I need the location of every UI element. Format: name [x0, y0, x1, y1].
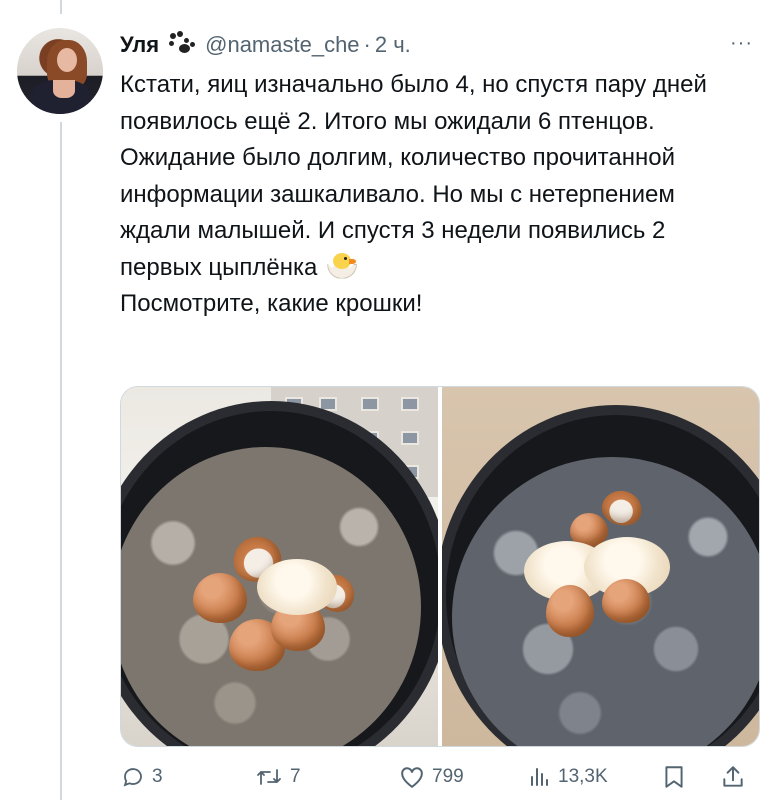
media-gallery	[120, 386, 760, 747]
like-count: 799	[432, 766, 464, 787]
tweet-body: Кстати, яиц изначально было 4, но спустя…	[120, 67, 720, 323]
thread-connector-top	[60, 0, 62, 14]
tweet-text-line2: Посмотрите, какие крошки!	[120, 290, 423, 317]
chick	[257, 559, 337, 615]
action-bar: 3 7 799 13,3K	[120, 762, 760, 792]
like-button[interactable]: 799	[398, 765, 464, 789]
tweet-text: Кстати, яиц изначально было 4, но спустя…	[120, 71, 707, 281]
more-options-icon[interactable]: ···	[730, 33, 760, 53]
share-button[interactable]	[720, 764, 746, 790]
share-icon	[723, 766, 743, 787]
repost-icon	[257, 769, 281, 785]
separator-dot: ·	[363, 32, 371, 57]
timestamp[interactable]: 2 ч.	[375, 32, 411, 58]
thread-connector	[60, 122, 62, 800]
photo-two-chicks[interactable]	[442, 387, 759, 746]
heart-icon	[401, 767, 423, 788]
reply-icon	[123, 768, 142, 787]
avatar[interactable]	[17, 28, 103, 114]
reply-count: 3	[152, 766, 163, 787]
tweet-header: Уля @namaste_che · 2 ч.	[120, 30, 411, 60]
bookmark-button[interactable]	[662, 764, 686, 790]
author-handle[interactable]: @namaste_che	[205, 32, 359, 58]
view-count: 13,3K	[558, 766, 608, 787]
reply-button[interactable]: 3	[120, 765, 163, 789]
repost-button[interactable]: 7	[254, 765, 301, 789]
bookmark-icon	[665, 766, 683, 788]
hatching-chick-icon	[323, 251, 361, 279]
author-name[interactable]: Уля	[120, 32, 159, 58]
paw-print-icon	[167, 31, 197, 58]
views-button[interactable]: 13,3K	[526, 765, 608, 789]
photo-eggs-and-chick[interactable]	[121, 387, 438, 746]
repost-count: 7	[290, 766, 301, 787]
bar-chart-icon	[531, 768, 548, 786]
